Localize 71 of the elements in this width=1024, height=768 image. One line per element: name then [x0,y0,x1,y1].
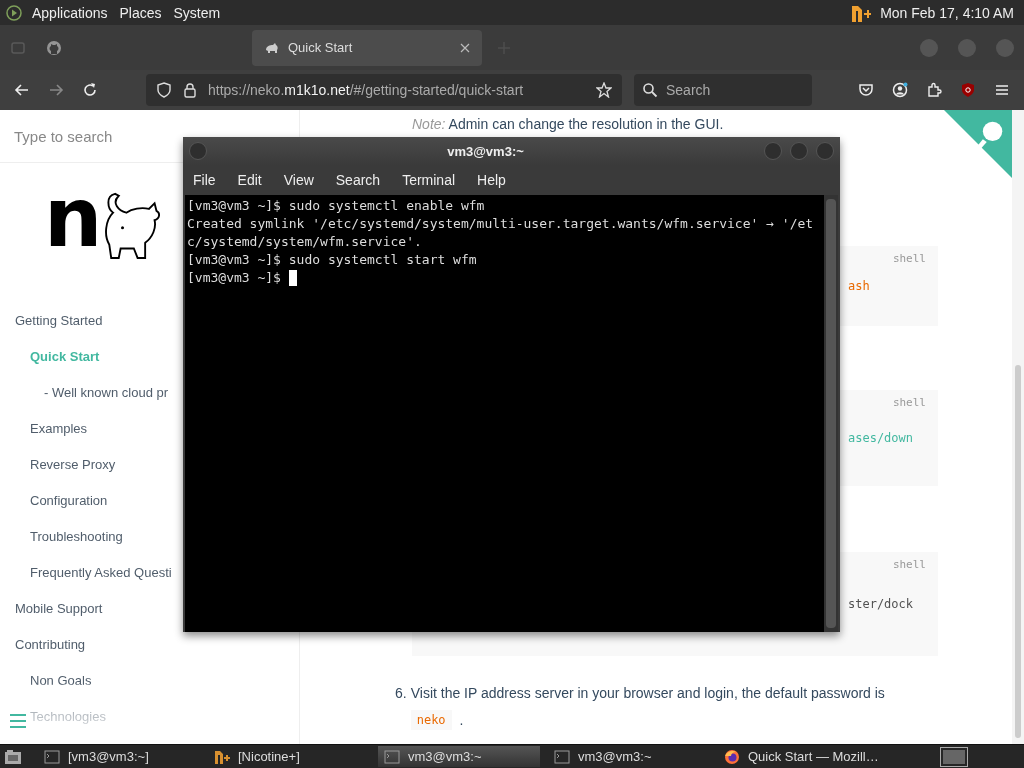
close-icon[interactable] [460,42,470,53]
terminal-line: c/systemd/system/wfm.service'. [187,233,422,251]
terminal-line: [vm3@vm3 ~]$ sudo systemctl start wfm [187,251,477,269]
nav-link[interactable]: Examples [30,411,88,447]
window-menu-button[interactable] [189,142,207,160]
menu-item[interactable]: Edit [237,172,262,188]
minimize-button[interactable] [920,38,938,57]
search-field[interactable]: Type to search [14,127,164,145]
panel-menu[interactable]: Applications [30,4,110,21]
nav-link[interactable]: Contributing [15,627,86,663]
note-text: Note: Admin can change the resolution in the GUI. [412,115,725,133]
maximize-button[interactable] [958,38,976,57]
menu-item[interactable]: Help [477,172,506,188]
nav-link[interactable]: Getting Started [15,303,103,339]
nav-link[interactable]: Mobile Support [15,591,103,627]
code-text: ash [848,279,870,293]
step-text: . [459,712,464,728]
panel-menu[interactable]: Places [117,4,164,21]
search-icon [642,82,658,98]
menu-item[interactable]: Terminal [402,172,456,188]
show-desktop-icon[interactable] [4,748,22,765]
workspace-switcher[interactable] [940,746,968,767]
taskbar-item[interactable]: [vm3@vm3:~] [38,746,200,767]
menu-item[interactable]: File [193,172,216,188]
close-button[interactable] [816,142,834,160]
terminal-icon [44,748,60,765]
menu-item[interactable]: Search [335,172,381,188]
window-title: vm3@vm3:~ [446,143,525,159]
code-text: ases/down [848,431,914,445]
search-input[interactable]: Search [664,81,798,99]
close-button[interactable] [996,38,1014,57]
minimize-button[interactable] [764,142,782,160]
terminal-icon [554,748,570,765]
terminal-line: [vm3@vm3 ~]$ [187,269,282,287]
github-icon [46,39,62,56]
app-icon [214,748,230,765]
nav-link[interactable]: Non Goals [30,663,92,699]
maximize-button[interactable] [790,142,808,160]
language-label: shell [892,396,926,409]
nav-link[interactable]: Frequently Asked Questi [30,555,172,591]
terminal-line: Created symlink '/etc/systemd/system/multi-user.target.wants/wfm.service' → '/et [187,215,814,233]
code-text: ster/dock [848,597,914,611]
terminal-line: [vm3@vm3 ~]$ sudo systemctl enable wfm [187,197,485,215]
step-text: Visit the IP address server in your browser and login, the default password is [410,684,885,703]
start-icon[interactable] [6,4,22,21]
scrollbar[interactable] [824,195,838,632]
address-bar[interactable]: https://neko.m1k1o.net/#/getting-started/quick-start [146,74,622,106]
panel-menu[interactable]: System [171,4,223,21]
text-cursor [288,270,297,286]
corner-ribbon-icon[interactable] [944,110,1012,178]
clock[interactable]: Mon Feb 17, 4:10 AM [880,4,1014,21]
browser-icon [724,748,740,765]
language-label: shell [892,252,926,265]
taskbar-item[interactable]: Quick Start — Mozill… [718,746,880,767]
nav-link[interactable]: Reverse Proxy [30,447,116,483]
terminal-icon [384,748,400,765]
browser-tab[interactable]: Quick Start [252,29,482,66]
taskbar-item[interactable]: vm3@vm3:~ [548,746,710,767]
tab-list-icon[interactable] [10,39,26,56]
logo-text: n [44,177,99,255]
scrollbar[interactable] [1012,110,1024,744]
inline-code: neko [410,710,452,730]
nav-link[interactable]: Troubleshooting [30,519,123,555]
language-label: shell [892,558,926,571]
menu-item[interactable]: View [283,172,314,188]
taskbar-item[interactable]: [Nicotine+] [208,746,370,767]
nav-link[interactable]: Configuration [30,483,108,519]
nav-link[interactable]: - Well known cloud pr [44,375,169,411]
taskbar-item[interactable]: vm3@vm3:~ [378,746,540,767]
search-field[interactable]: Search [634,74,812,106]
step-number: 6. [395,684,407,703]
